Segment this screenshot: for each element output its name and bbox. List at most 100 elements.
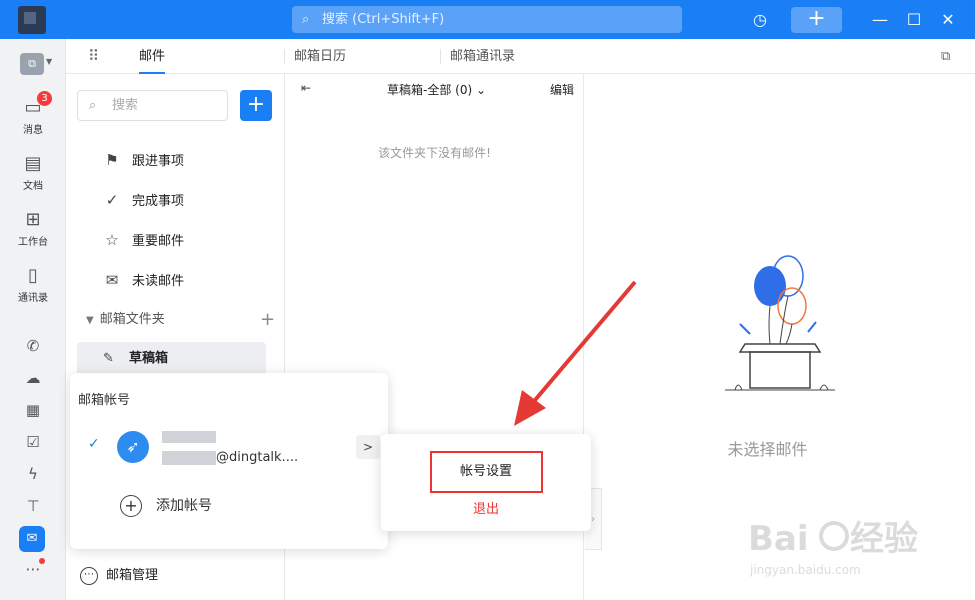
sidebar-item-label: 草稿箱 [129,351,169,366]
mail-manage-label: 邮箱管理 [106,568,159,583]
mail-icon[interactable]: ✉ [19,526,45,552]
envelope-icon: ✉ [105,271,119,289]
close-button[interactable]: ✕ [934,0,962,39]
flag-icon: ⚑ [105,151,119,169]
popout-icon[interactable]: ⧉ [941,49,950,64]
folders-header-label: 邮箱文件夹 [99,312,165,327]
edit-doc-icon: ✎ [103,351,114,366]
account-settings-item[interactable]: 帐号设置 [381,451,591,493]
account-name-redacted [162,431,216,443]
watermark-logo: Bai 经验 jingyan.baidu.com [748,519,918,577]
account-popup-title: 邮箱帐号 [78,393,131,408]
add-account-button[interactable]: + 添加帐号 [120,493,212,519]
check-circle-icon: ✓ [105,191,119,209]
title-bar: ⌕ 搜索 (Ctrl+Shift+F) ◷ + — ☐ ✕ [0,0,975,39]
sidebar-item-label: 未读邮件 [132,274,185,289]
folder-filter-dropdown[interactable]: 草稿箱-全部 (0) ⌄ [387,81,486,98]
folder-filter-label: 草稿箱-全部 (0) [387,83,473,97]
more-icon[interactable]: ⋯ [0,560,66,578]
no-mail-selected-text: 未选择邮件 [727,440,808,459]
history-icon[interactable]: ◷ [745,0,775,39]
account-avatar[interactable]: ➶ [117,431,149,463]
edit-button[interactable]: 编辑 [550,81,574,98]
svg-text:经验: 经验 [850,519,918,559]
check-icon: ✓ [88,436,100,452]
chat-bubble-icon: ▭ [24,97,42,118]
tab-calendar[interactable]: 邮箱日历 [294,39,346,74]
rail-item-workbench[interactable]: ⊞ 工作台 [0,209,66,248]
tab-divider [284,49,285,64]
add-folder-icon[interactable]: + [260,307,275,333]
apps-grid-icon[interactable]: ⠿ [88,47,99,65]
sidebar-item-drafts[interactable]: ✎ 草稿箱 [77,342,266,376]
account-email-domain: @dingtalk.... [216,450,299,465]
sidebar-item-important[interactable]: ☆ 重要邮件 [102,220,272,260]
app-logo [18,6,46,34]
account-email[interactable]: @dingtalk.... [162,450,298,465]
account-settings-label: 帐号设置 [459,464,512,479]
svg-text:Bai: Bai [748,519,809,559]
maximize-button[interactable]: ☐ [900,0,928,39]
more-circle-icon: ⋯ [80,566,98,585]
cloud-icon[interactable]: ☁ [0,369,66,387]
highlight-box: 帐号设置 [429,451,543,493]
chevron-right-icon[interactable]: > [356,435,380,459]
rail-label: 通讯录 [18,293,48,304]
minimize-button[interactable]: — [866,0,894,39]
empty-state-illustration [725,255,835,391]
sidebar-item-follow-up[interactable]: ⚑ 跟进事项 [102,140,272,180]
chevron-down-icon: ▼ [86,315,94,326]
folders-header[interactable]: ▼ 邮箱文件夹 + [86,307,275,333]
account-submenu: 帐号设置 退出 [381,434,591,531]
star-icon: ☆ [105,231,119,249]
search-icon: ⌕ [302,12,310,27]
grid-icon: ⊞ [25,209,41,230]
contacts-icon: ▯ [28,265,38,286]
rail-label: 文档 [23,181,43,192]
tab-divider [440,49,441,64]
plus-circle-icon: + [120,495,142,517]
mail-list-header: ⇤ 草稿箱-全部 (0) ⌄ 编辑 [285,74,584,104]
rail-item-docs[interactable]: ▤ 文档 [0,153,66,192]
search-icon: ⌕ [89,98,97,113]
compose-button[interactable]: + [240,90,272,121]
todo-icon[interactable]: ☑ [0,433,66,451]
tab-mail[interactable]: 邮件 [139,39,166,74]
pin-icon[interactable]: ⊤ [0,497,66,515]
global-search-input[interactable]: ⌕ 搜索 (Ctrl+Shift+F) [292,6,682,33]
document-icon: ▤ [24,153,42,174]
annotation-arrow [514,280,637,426]
lightning-icon[interactable]: ϟ [0,465,66,483]
calendar-icon[interactable]: ▦ [0,401,66,419]
email-redacted [162,450,216,465]
empty-folder-message: 该文件夹下没有邮件! [378,146,491,160]
caret-down-icon[interactable]: ▼ [46,57,52,66]
phone-icon[interactable]: ✆ [0,337,66,355]
create-button[interactable]: + [791,7,842,33]
sidebar-item-unread[interactable]: ✉ 未读邮件 [102,260,272,300]
mail-manage-button[interactable]: ⋯ 邮箱管理 [80,564,158,588]
mail-search-placeholder: 搜索 [112,98,139,113]
mail-search-input[interactable]: ⌕ 搜索 [77,90,228,121]
rail-item-contacts[interactable]: ▯ 通讯录 [0,265,66,304]
rail-item-messages[interactable]: ▭ 消息 3 [0,91,66,136]
logout-item[interactable]: 退出 [381,498,591,517]
sidebar-item-label: 完成事项 [132,194,185,209]
sidebar-item-label: 重要邮件 [132,234,185,249]
svg-text:jingyan.baidu.com: jingyan.baidu.com [749,563,861,577]
sidebar-item-done[interactable]: ✓ 完成事项 [102,180,272,220]
rail-label: 工作台 [18,237,48,248]
sidebar-item-label: 跟进事项 [132,154,185,169]
rail-label: 消息 [23,125,43,136]
unread-badge: 3 [37,91,52,106]
tab-contacts[interactable]: 邮箱通讯录 [450,39,515,74]
tab-bar: ⠿ 邮件 邮箱日历 邮箱通讯录 ⧉ [66,39,975,74]
collapse-sidebar-icon[interactable]: ⇤ [301,81,311,95]
org-switcher-icon[interactable]: ⧉ [20,53,44,75]
account-popup: 邮箱帐号 ✓ ➶ @dingtalk.... > + 添加帐号 [70,373,388,549]
add-account-label: 添加帐号 [156,498,212,514]
nav-rail: ⧉ ▼ ▭ 消息 3 ▤ 文档 ⊞ 工作台 ▯ 通讯录 ✆ ☁ ▦ ☑ ϟ ⊤ … [0,39,66,600]
notification-dot [39,558,45,564]
global-search-placeholder: 搜索 (Ctrl+Shift+F) [322,12,445,27]
no-mail-selected-message: 未选择邮件 [585,436,975,460]
